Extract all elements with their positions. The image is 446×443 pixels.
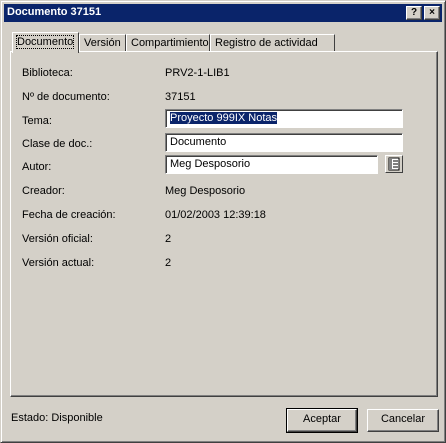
- version-actual-value: 2: [165, 257, 172, 269]
- tab-registro-actividad[interactable]: Registro de actividad: [210, 34, 335, 52]
- tab-label: Registro de actividad: [215, 37, 318, 49]
- help-icon: ?: [410, 7, 418, 18]
- accept-button[interactable]: Aceptar: [286, 408, 358, 433]
- status-text: Estado: Disponible: [11, 412, 103, 424]
- fecha-creacion-label: Fecha de creación:: [22, 209, 116, 221]
- tema-field[interactable]: Proyecto 999IX Notas: [165, 109, 403, 128]
- tema-field-text: Proyecto 999IX Notas: [170, 112, 278, 124]
- close-icon: ×: [429, 7, 435, 18]
- clase-doc-field-text: Documento: [170, 136, 227, 148]
- tab-label: Compartimiento: [131, 37, 209, 49]
- numero-documento-label: Nº de documento:: [22, 91, 110, 103]
- biblioteca-label: Biblioteca:: [22, 67, 73, 79]
- title-bar[interactable]: Documento 37151 ? ×: [4, 4, 442, 22]
- biblioteca-value: PRV2-1-LIB1: [165, 67, 230, 79]
- window-title: Documento 37151: [7, 6, 102, 18]
- address-book-icon: [388, 157, 400, 171]
- version-oficial-label: Versión oficial:: [22, 233, 93, 245]
- document-properties-window: Documento 37151 ? × Documento Versión Co…: [0, 0, 446, 443]
- tab-version[interactable]: Versión: [79, 34, 126, 52]
- fecha-creacion-value: 01/02/2003 12:39:18: [165, 209, 266, 221]
- version-actual-label: Versión actual:: [22, 257, 95, 269]
- numero-documento-value: 37151: [165, 91, 196, 103]
- clase-doc-field[interactable]: Documento: [165, 133, 403, 152]
- tema-label: Tema:: [22, 115, 52, 127]
- clase-doc-label: Clase de doc.:: [22, 138, 93, 150]
- autor-label: Autor:: [22, 161, 52, 173]
- tab-compartimiento[interactable]: Compartimiento: [126, 34, 210, 52]
- autor-field-text: Meg Desposorio: [170, 158, 251, 170]
- tab-documento[interactable]: Documento: [12, 32, 79, 53]
- cancel-button[interactable]: Cancelar: [367, 409, 439, 432]
- close-button[interactable]: ×: [424, 6, 440, 20]
- creador-value: Meg Desposorio: [165, 185, 246, 197]
- autor-field[interactable]: Meg Desposorio: [165, 155, 378, 174]
- version-oficial-value: 2: [165, 233, 172, 245]
- author-lookup-button[interactable]: [385, 155, 403, 173]
- tab-label: Versión: [84, 37, 121, 49]
- help-button[interactable]: ?: [406, 6, 422, 20]
- creador-label: Creador:: [22, 185, 65, 197]
- tab-label: Documento: [15, 35, 75, 49]
